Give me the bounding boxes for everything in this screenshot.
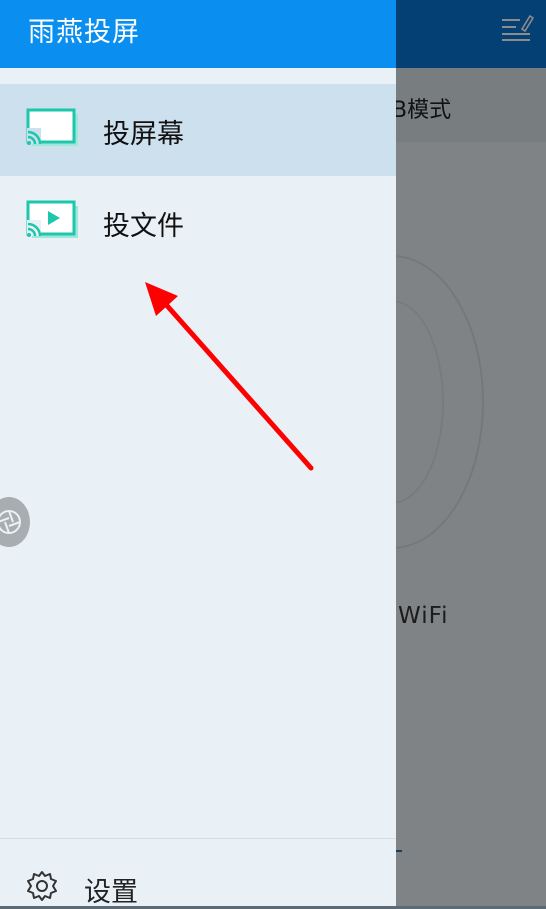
drawer-header: 雨燕投屏	[0, 0, 396, 68]
menu-item-label: 投屏幕	[103, 119, 184, 150]
cast-file-icon	[26, 200, 78, 238]
settings-label: 设置	[84, 877, 138, 908]
gear-icon	[27, 871, 57, 901]
cast-screen-icon	[26, 108, 78, 146]
menu-item-cast-screen[interactable]: 投屏幕	[0, 84, 396, 176]
shutter-icon	[0, 510, 21, 534]
drawer-divider	[0, 838, 396, 839]
menu-item-cast-file[interactable]: 投文件	[0, 176, 396, 268]
menu-item-label: 投文件	[103, 211, 184, 242]
app-title: 雨燕投屏	[28, 17, 140, 48]
settings-item[interactable]: 设置	[0, 850, 396, 908]
floating-button[interactable]	[0, 497, 30, 547]
navigation-drawer: 雨燕投屏 投屏幕 投文件 设置	[0, 0, 396, 908]
